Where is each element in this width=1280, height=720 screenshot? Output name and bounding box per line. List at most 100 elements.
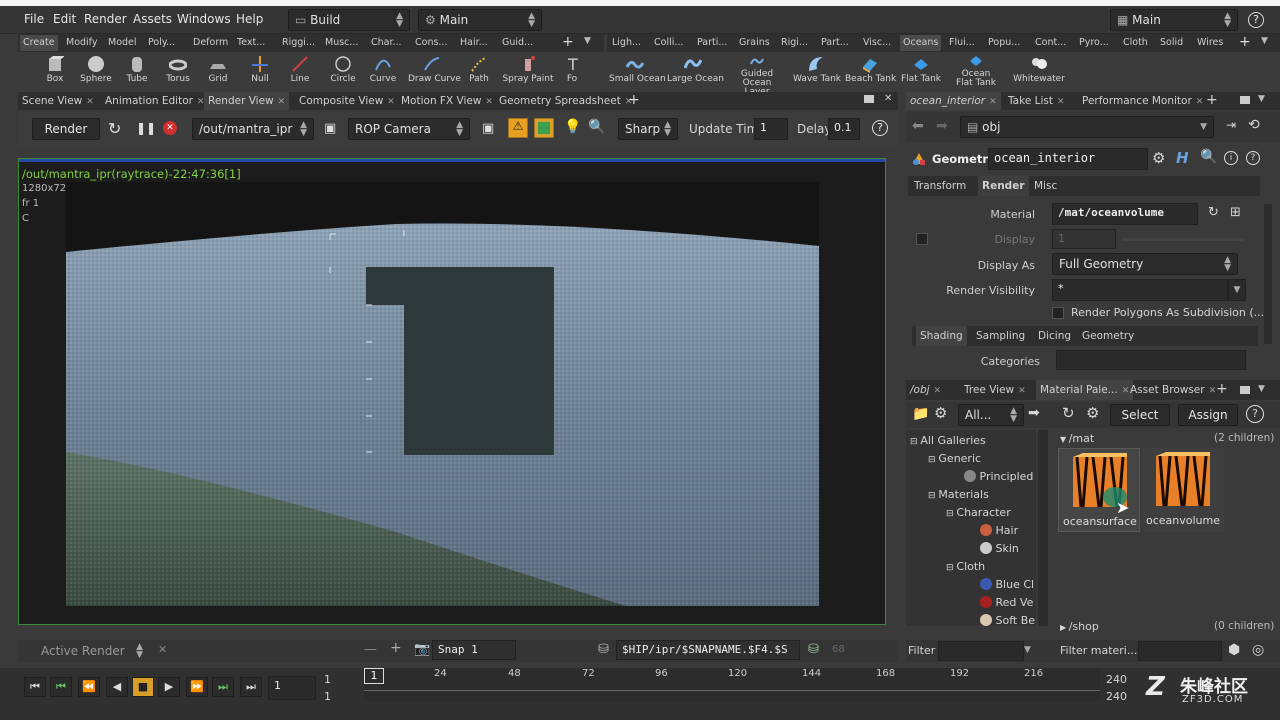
tree-blue-cloth[interactable]: Blue Cl — [980, 578, 1034, 591]
shelf-tab-wires[interactable]: Wires — [1197, 37, 1223, 48]
region-icon[interactable]: ▣ — [482, 121, 494, 136]
menu-assets[interactable]: Assets — [133, 12, 172, 26]
close-icon[interactable]: ✕ — [934, 386, 942, 396]
menu-file[interactable]: File — [24, 12, 44, 26]
close-icon[interactable]: ✕ — [989, 97, 997, 107]
network-path-dropdown[interactable]: ▤ obj ▼ — [960, 116, 1214, 138]
cube-icon[interactable]: ⬢ — [1228, 642, 1240, 658]
gear-icon[interactable]: ⚙ — [934, 404, 947, 422]
chevron-down-icon[interactable]: ▼ — [1258, 384, 1265, 394]
save-icon[interactable]: ⛁ — [808, 642, 819, 657]
shelf-tab-deform[interactable]: Deform — [193, 37, 228, 48]
select-button[interactable]: Select — [1110, 404, 1170, 426]
sharp-dropdown[interactable]: Sharp ▲ ▼ — [618, 118, 678, 140]
chevron-down-icon[interactable]: ▼ — [1261, 36, 1268, 46]
shelf-tab-poly[interactable]: Poly... — [148, 37, 175, 48]
tool-curve[interactable]: Curve — [368, 52, 398, 92]
shelf-tab-container[interactable]: Cont... — [1035, 37, 1066, 48]
arrow-right-icon[interactable]: ➡ — [1028, 405, 1040, 421]
node-name-field[interactable]: ocean_interior — [988, 148, 1148, 170]
close-icon[interactable]: ✕ — [1196, 97, 1204, 107]
tool-guided-ocean-layer[interactable]: Guided Ocean Layer — [731, 52, 783, 97]
shelf-tab-visc[interactable]: Visc... — [863, 37, 891, 48]
back-icon[interactable]: ⬅ — [912, 118, 924, 134]
shelf-tab-collisions[interactable]: Colli... — [654, 37, 683, 48]
add-tab-icon[interactable]: + — [628, 92, 640, 108]
link-icon[interactable]: ⟲ — [1248, 117, 1260, 133]
scrollbar[interactable] — [1264, 204, 1272, 344]
rop-dropdown[interactable]: /out/mantra_ipr ▲ ▼ — [192, 118, 314, 140]
tab-scene-view[interactable]: Scene View ✕ — [22, 95, 94, 107]
snapshot-icon[interactable] — [534, 118, 554, 138]
info-icon[interactable]: i — [1224, 151, 1238, 165]
tool-ocean-flat-tank[interactable]: Ocean Flat Tank — [953, 52, 999, 92]
magnify-icon[interactable]: 🔍 — [588, 119, 605, 135]
tool-circle[interactable]: Circle — [328, 52, 358, 92]
shelf-tab-model[interactable]: Model — [108, 37, 137, 48]
shelf-tab-populate[interactable]: Popu... — [988, 37, 1020, 48]
display-slider[interactable] — [1122, 238, 1244, 241]
shelf-tab-oceans[interactable]: Oceans — [900, 35, 942, 51]
help-icon[interactable]: ? — [872, 120, 888, 136]
tool-draw-curve[interactable]: Draw Curve — [408, 52, 461, 92]
tree-hair[interactable]: Hair — [980, 524, 1018, 537]
render-image[interactable] — [66, 182, 819, 606]
maximize-icon[interactable] — [1240, 386, 1250, 394]
maximize-icon[interactable] — [1240, 96, 1250, 104]
shelf-tab-modify[interactable]: Modify — [66, 37, 97, 48]
tab-misc[interactable]: Misc — [1034, 180, 1057, 192]
tab-geometry[interactable]: Geometry — [1082, 330, 1134, 342]
tree-character[interactable]: ⊟ Character — [946, 506, 1011, 519]
menu-help[interactable]: Help — [236, 12, 263, 26]
refresh-icon[interactable]: ↻ — [1062, 404, 1075, 422]
minus-icon[interactable]: — — [364, 642, 377, 657]
close-pane-icon[interactable]: ✕ — [884, 93, 892, 104]
tool-whitewater[interactable]: Whitewater — [1011, 52, 1067, 92]
tree-materials[interactable]: ⊟ Materials — [928, 488, 989, 501]
tool-large-ocean[interactable]: Large Ocean — [667, 52, 724, 92]
gear-icon[interactable]: ⚙ — [1086, 404, 1099, 422]
shelf-tab-rigging[interactable]: Riggi... — [282, 37, 315, 48]
tool-font[interactable]: T Fo — [564, 52, 580, 92]
play-icon[interactable]: ▶ — [158, 677, 180, 697]
close-icon[interactable]: ✕ — [485, 97, 493, 107]
tab-sampling[interactable]: Sampling — [976, 330, 1025, 342]
add-tab-icon[interactable]: + — [1216, 381, 1228, 397]
desktop-dropdown[interactable]: ▭ Build ▲ ▼ — [288, 9, 410, 31]
tab-composite-view[interactable]: Composite View ✕ — [299, 95, 395, 107]
node-chooser-icon[interactable]: ⊞ — [1230, 205, 1241, 220]
shelf-tab-cloth[interactable]: Cloth — [1123, 37, 1148, 48]
tool-null[interactable]: Null — [246, 52, 274, 92]
scene-view-dropdown[interactable]: ⚙ Main ▲ ▼ — [418, 9, 542, 31]
tab-motion-fx-view[interactable]: Motion FX View ✕ — [401, 95, 493, 107]
shelf-tab-muscle[interactable]: Musc... — [325, 37, 358, 48]
shelf-tab-lights[interactable]: Ligh... — [612, 37, 641, 48]
shelf-tab-solid[interactable]: Solid — [1160, 37, 1183, 48]
filter-field[interactable] — [938, 641, 1024, 661]
render-visibility-field[interactable]: * — [1052, 279, 1228, 301]
folder-icon[interactable]: 📁 — [912, 406, 929, 422]
tab-render[interactable]: Render — [978, 176, 1029, 196]
refresh-icon[interactable]: ↻ — [1208, 205, 1219, 220]
menu-render[interactable]: Render — [84, 12, 127, 26]
chevron-down-icon[interactable]: ▼ — [1228, 279, 1246, 301]
jump-end-icon[interactable]: ⏭ — [240, 677, 262, 697]
shelf-tab-create[interactable]: Create — [20, 35, 58, 51]
tab-node[interactable]: ocean_interior ✕ — [906, 92, 1001, 110]
tree-all-galleries[interactable]: ⊟ All Galleries — [910, 434, 986, 447]
sphere-view-icon[interactable]: ◎ — [1252, 642, 1264, 658]
material-oceansurface[interactable]: oceansurface — [1058, 448, 1140, 532]
search-icon[interactable]: 🔍 — [1200, 149, 1217, 165]
tool-spray-paint[interactable]: Spray Paint — [502, 52, 554, 92]
tree-principled[interactable]: Principled — [964, 470, 1033, 483]
tab-material-palette[interactable]: Material Pale... ✕ — [1036, 380, 1134, 400]
step-forward-icon[interactable]: ⏩ — [186, 677, 208, 697]
help-icon[interactable]: ? — [1248, 12, 1264, 28]
playhead[interactable]: 1 — [364, 668, 384, 684]
snap-field[interactable]: Snap 1 — [432, 640, 516, 660]
tab-shading[interactable]: Shading — [916, 326, 967, 346]
display-as-dropdown[interactable]: Full Geometry ▲ ▼ — [1052, 253, 1238, 275]
shelf-tab-hair[interactable]: Hair... — [460, 37, 488, 48]
camera-icon[interactable]: 📷 — [414, 642, 430, 657]
active-render-dropdown[interactable]: Active Render ▲ ▼ — [34, 640, 150, 662]
